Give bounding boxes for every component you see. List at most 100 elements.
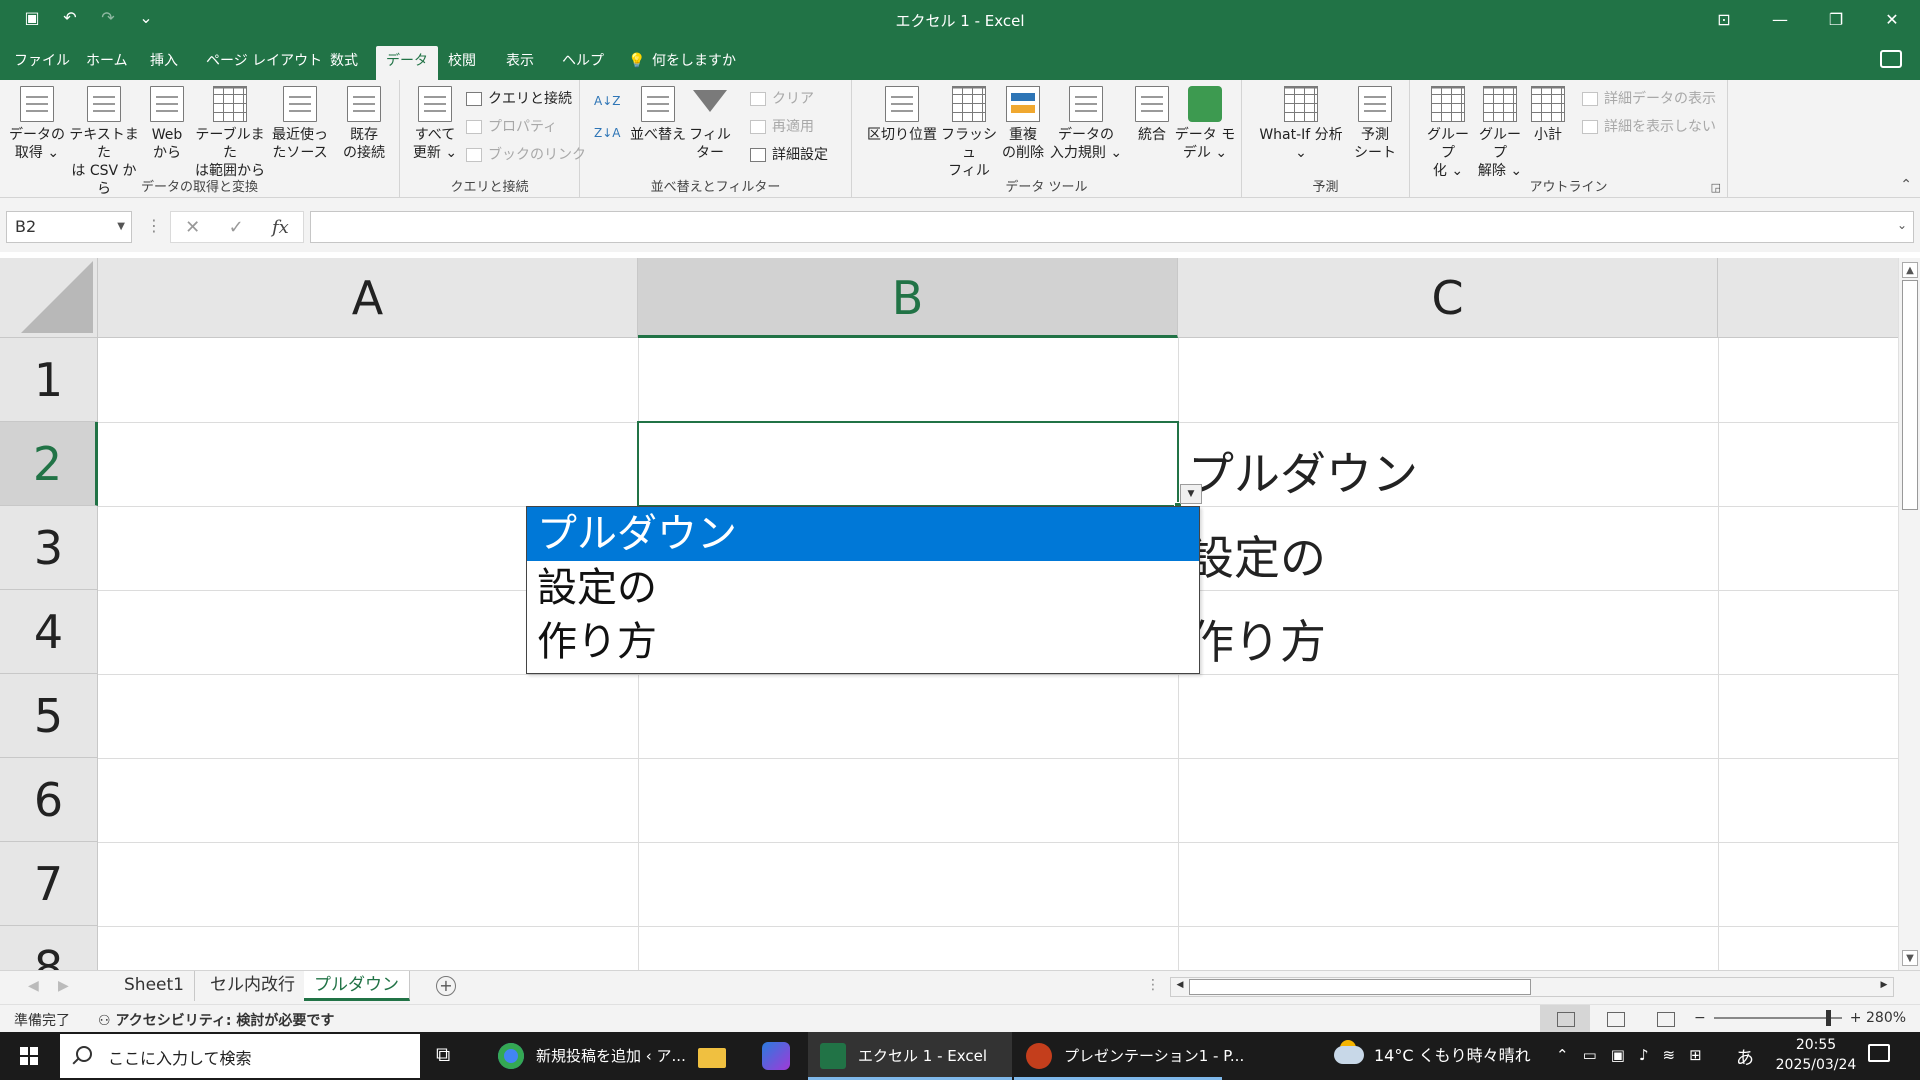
taskbar-app-powerpoint[interactable]: プレゼンテーション1 - P... xyxy=(1014,1032,1244,1080)
normal-view-icon[interactable] xyxy=(1540,1005,1590,1033)
tell-me-search[interactable]: 💡 何をしますか xyxy=(620,46,746,80)
zoom-knob[interactable] xyxy=(1825,1010,1831,1026)
group-button[interactable]: グループ 化 ⌄ xyxy=(1422,86,1474,180)
tab-review[interactable]: 校閲 xyxy=(438,46,486,80)
close-button[interactable]: ✕ xyxy=(1864,0,1920,40)
minimize-button[interactable]: — xyxy=(1752,0,1808,40)
vertical-scroll-thumb[interactable] xyxy=(1902,280,1918,510)
subtotal-button[interactable]: 小計 xyxy=(1528,86,1568,144)
expand-formula-bar-icon[interactable]: ⌄ xyxy=(1897,218,1907,232)
forecast-sheet-button[interactable]: 予測 シート xyxy=(1352,86,1398,162)
restore-button[interactable]: ❐ xyxy=(1808,0,1864,40)
show-hidden-icons-icon[interactable]: ⌃ xyxy=(1556,1046,1569,1064)
remove-duplicates-button[interactable]: 重複 の削除 xyxy=(1000,86,1046,162)
clear-filter-button[interactable]: クリア xyxy=(750,88,814,110)
select-all-corner[interactable] xyxy=(0,258,98,338)
zoom-slider[interactable]: − + xyxy=(1694,1010,1861,1026)
sort-ascending-button[interactable]: A↓Z xyxy=(594,90,620,112)
active-cell-b2[interactable] xyxy=(637,421,1182,510)
name-box-dropdown-icon[interactable]: ▼ xyxy=(117,212,125,242)
tab-file[interactable]: ファイル xyxy=(4,46,80,80)
flash-fill-button[interactable]: フラッシュ フィル xyxy=(940,86,998,180)
tab-splitter-icon[interactable]: ⋮ xyxy=(1146,977,1160,993)
weather-widget[interactable]: 14°C くもり時々晴れ xyxy=(1330,1032,1531,1080)
prev-sheet-icon[interactable]: ◀ xyxy=(28,978,39,994)
cell-c3[interactable]: 設定の xyxy=(1188,522,1326,588)
get-data-button[interactable]: データの 取得 ⌄ xyxy=(8,86,66,162)
taskbar-app-chrome[interactable]: 新規投稿を追加 ‹ ア... xyxy=(486,1032,686,1080)
zoom-out-icon[interactable]: − xyxy=(1694,1010,1706,1026)
consolidate-button[interactable]: 統合 xyxy=(1128,86,1176,144)
scroll-down-icon[interactable]: ▼ xyxy=(1902,950,1918,966)
tab-insert[interactable]: 挿入 xyxy=(140,46,188,80)
filter-button[interactable]: フィルター xyxy=(686,86,734,162)
queries-connections-button[interactable]: クエリと接続 xyxy=(466,88,572,110)
data-model-button[interactable]: データ モ デル ⌄ xyxy=(1174,86,1236,162)
accessibility-status[interactable]: ⚇ アクセシビリティ: 検討が必要です xyxy=(98,1010,334,1030)
scroll-right-icon[interactable]: ▶ xyxy=(1877,980,1891,994)
recent-sources-button[interactable]: 最近使っ たソース xyxy=(270,86,330,162)
tab-formulas[interactable]: 数式 xyxy=(320,46,368,80)
sheet-tab-cell-linebreak[interactable]: セル内改行 xyxy=(200,971,306,1001)
taskbar-search[interactable]: ここに入力して検索 xyxy=(60,1034,420,1078)
ribbon-display-options-icon[interactable]: ⊡ xyxy=(1696,0,1752,40)
properties-button[interactable]: プロパティ xyxy=(466,116,557,138)
ungroup-button[interactable]: グループ 解除 ⌄ xyxy=(1474,86,1526,180)
collapse-ribbon-icon[interactable]: ⌃ xyxy=(1900,177,1912,193)
sheet-tab-sheet1[interactable]: Sheet1 xyxy=(114,971,195,1001)
tab-data[interactable]: データ xyxy=(376,46,438,80)
dropdown-option[interactable]: プルダウン xyxy=(527,507,1199,561)
dropdown-option[interactable]: 作り方 xyxy=(527,615,1199,669)
tab-view[interactable]: 表示 xyxy=(496,46,544,80)
cancel-icon[interactable]: ✕ xyxy=(185,217,200,238)
hide-detail-button[interactable]: 詳細を表示しない xyxy=(1582,116,1716,138)
vertical-scrollbar[interactable]: ▲ ▼ xyxy=(1898,258,1920,970)
enter-icon[interactable]: ✓ xyxy=(229,217,244,238)
sort-button[interactable]: 並べ替え xyxy=(622,86,694,144)
row-header-1[interactable]: 1 xyxy=(0,338,98,422)
column-header-d[interactable] xyxy=(1718,258,1898,338)
insert-function-icon[interactable]: fx xyxy=(272,217,289,238)
scroll-up-icon[interactable]: ▲ xyxy=(1902,262,1918,278)
advanced-filter-button[interactable]: 詳細設定 xyxy=(750,144,828,166)
meet-icon[interactable]: ▣ xyxy=(1611,1046,1625,1064)
taskbar-clock[interactable]: 20:55 2025/03/24 xyxy=(1768,1035,1864,1075)
what-if-analysis-button[interactable]: What-If 分析 ⌄ xyxy=(1254,86,1348,162)
row-header-8[interactable]: 8 xyxy=(0,926,98,970)
battery-icon[interactable]: ▭ xyxy=(1583,1046,1597,1064)
row-header-7[interactable]: 7 xyxy=(0,842,98,926)
text-to-columns-button[interactable]: 区切り位置 xyxy=(866,86,938,144)
copilot-icon[interactable] xyxy=(762,1042,790,1070)
existing-connections-button[interactable]: 既存 の接続 xyxy=(338,86,390,162)
page-break-view-icon[interactable] xyxy=(1640,1005,1690,1033)
dialog-launcher-icon[interactable]: ◲ xyxy=(1711,181,1721,194)
add-sheet-icon[interactable]: + xyxy=(436,976,456,996)
sort-descending-button[interactable]: Z↓A xyxy=(594,122,620,144)
column-header-b[interactable]: B xyxy=(638,258,1178,338)
scroll-left-icon[interactable]: ◀ xyxy=(1173,980,1187,994)
comments-icon[interactable] xyxy=(1880,50,1902,68)
show-detail-button[interactable]: 詳細データの表示 xyxy=(1582,88,1716,110)
formula-bar-splitter-icon[interactable]: ⋮ xyxy=(146,216,162,235)
column-header-a[interactable]: A xyxy=(98,258,638,338)
horizontal-scrollbar[interactable]: ◀ ▶ xyxy=(1170,977,1894,997)
data-validation-button[interactable]: データの 入力規則 ⌄ xyxy=(1048,86,1124,162)
wifi-icon[interactable]: ≋ xyxy=(1663,1046,1676,1064)
tab-page-layout[interactable]: ページ レイアウト xyxy=(196,46,332,80)
ime-indicator[interactable]: あ xyxy=(1736,1044,1754,1070)
zoom-level[interactable]: 280% xyxy=(1866,1010,1906,1026)
start-button[interactable] xyxy=(0,1032,58,1080)
cell-c2[interactable]: プルダウン xyxy=(1188,438,1418,504)
from-web-button[interactable]: Web から xyxy=(146,86,188,162)
row-header-4[interactable]: 4 xyxy=(0,590,98,674)
security-icon[interactable]: ⊞ xyxy=(1689,1046,1702,1064)
taskbar-app-excel[interactable]: エクセル 1 - Excel xyxy=(808,1032,1012,1080)
cell-c4[interactable]: 作り方 xyxy=(1188,606,1326,672)
row-header-6[interactable]: 6 xyxy=(0,758,98,842)
next-sheet-icon[interactable]: ▶ xyxy=(58,978,69,994)
column-header-c[interactable]: C xyxy=(1178,258,1718,338)
task-view-icon[interactable]: ⧉ xyxy=(436,1042,464,1070)
row-header-3[interactable]: 3 xyxy=(0,506,98,590)
worksheet-grid[interactable]: A B C 1 2 3 4 5 6 7 8 プルダウン 設定の 作り方 ▼ プル… xyxy=(0,258,1898,970)
zoom-in-icon[interactable]: + xyxy=(1850,1010,1862,1026)
